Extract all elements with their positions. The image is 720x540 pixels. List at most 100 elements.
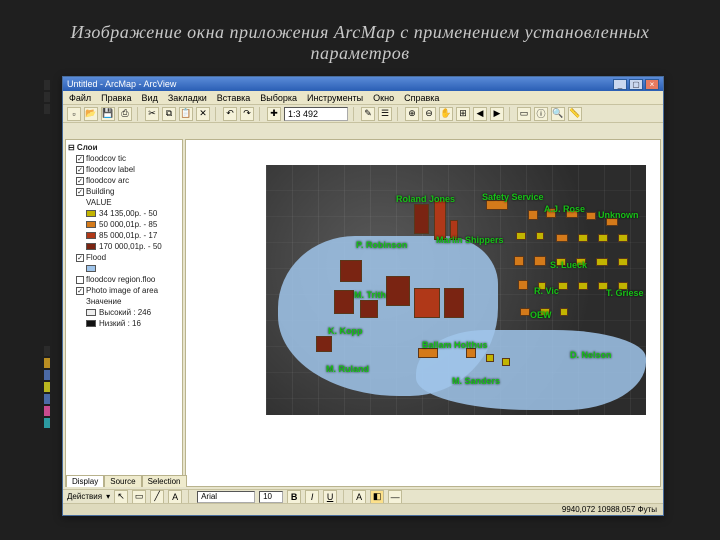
actions-menu[interactable]: Действия [67,492,102,501]
building-polygon[interactable] [558,282,568,290]
building-polygon[interactable] [360,300,378,318]
measure-icon[interactable]: 📏 [568,107,582,121]
building-polygon[interactable] [536,232,544,240]
building-polygon[interactable] [596,258,608,266]
next-extent-icon[interactable]: ▶ [490,107,504,121]
zoom-out-icon[interactable]: ⊖ [422,107,436,121]
building-polygon[interactable] [486,354,494,362]
font-color-icon[interactable]: A [352,490,366,504]
select-icon[interactable]: ▭ [517,107,531,121]
building-polygon[interactable] [586,212,596,220]
menu-Файл[interactable]: Файл [69,93,91,103]
new-icon[interactable]: ▫ [67,107,81,121]
building-polygon[interactable] [578,282,588,290]
zoom-in-icon[interactable]: ⊕ [405,107,419,121]
maximize-button[interactable]: ▢ [629,79,643,90]
cut-icon[interactable]: ✂ [145,107,159,121]
building-polygon[interactable] [386,276,410,306]
building-polygon[interactable] [556,234,568,242]
value-class: 85 000,01р. - 17 [68,230,180,241]
prev-extent-icon[interactable]: ◀ [473,107,487,121]
underline-icon[interactable]: U [323,490,337,504]
fill-color-icon[interactable]: ◧ [370,490,384,504]
rectangle-icon[interactable]: ▭ [132,490,146,504]
building-polygon[interactable] [334,290,354,314]
print-icon[interactable]: ⎙ [118,107,132,121]
line-icon[interactable]: ╱ [150,490,164,504]
layer-3[interactable]: Building [68,186,180,197]
menu-Правка[interactable]: Правка [101,93,131,103]
building-polygon[interactable] [520,308,530,316]
layer-0[interactable]: floodcov tic [68,153,180,164]
building-polygon[interactable] [502,358,510,366]
toc-tab-source[interactable]: Source [104,475,141,487]
building-polygon[interactable] [528,210,538,220]
building-polygon[interactable] [618,234,628,242]
bold-icon[interactable]: B [287,490,301,504]
minimize-button[interactable]: _ [613,79,627,90]
redo-icon[interactable]: ↷ [240,107,254,121]
building-polygon[interactable] [598,234,608,242]
building-polygon[interactable] [444,288,464,318]
delete-icon[interactable]: ✕ [196,107,210,121]
toc-tab-selection[interactable]: Selection [142,475,187,487]
menu-Вставка[interactable]: Вставка [217,93,250,103]
menu-Вид[interactable]: Вид [142,93,158,103]
building-polygon[interactable] [518,280,528,290]
map-label: Ballam Holthus [422,340,488,350]
layer-1[interactable]: floodcov label [68,164,180,175]
layer-4[interactable]: Flood [68,252,180,263]
menu-Выборка[interactable]: Выборка [260,93,297,103]
menu-Окно[interactable]: Окно [373,93,394,103]
save-icon[interactable]: 💾 [101,107,115,121]
copy-icon[interactable]: ⧉ [162,107,176,121]
font-select[interactable]: Arial [197,491,255,503]
building-polygon[interactable] [560,308,568,316]
building-polygon[interactable] [414,204,429,234]
building-polygon[interactable] [316,336,332,352]
map-label: T. Griese [606,288,644,298]
find-icon[interactable]: 🔍 [551,107,565,121]
value-class: 34 135,00р. - 50 [68,208,180,219]
open-icon[interactable]: 📂 [84,107,98,121]
building-polygon[interactable] [514,256,524,266]
paste-icon[interactable]: 📋 [179,107,193,121]
pan-icon[interactable]: ✋ [439,107,453,121]
text-icon[interactable]: A [168,490,182,504]
slide-accent-colors [44,346,50,430]
toc-tab-display[interactable]: Display [66,475,104,487]
building-polygon[interactable] [578,234,588,242]
table-of-contents[interactable]: ⊟ Слоиfloodcov ticfloodcov labelfloodcov… [65,139,183,487]
pointer-icon[interactable]: ↖ [114,490,128,504]
building-polygon[interactable] [534,256,546,266]
layer-2[interactable]: floodcov arc [68,175,180,186]
menu-Закладки[interactable]: Закладки [168,93,207,103]
layer-5[interactable]: floodcov region.floo [68,274,180,285]
identify-icon[interactable]: ⓘ [534,107,548,121]
font-size-input[interactable]: 10 [259,491,283,503]
toc-root[interactable]: ⊟ Слои [68,142,180,153]
map-label: OEW [530,310,552,320]
catalog-icon[interactable]: ☰ [378,107,392,121]
building-polygon[interactable] [618,258,628,266]
building-polygon[interactable] [434,200,446,240]
undo-icon[interactable]: ↶ [223,107,237,121]
map-view[interactable]: Roland JonesP. RobinsonMarlin ShippersSa… [185,139,661,487]
titlebar[interactable]: Untitled - ArcMap - ArcView _ ▢ × [63,77,663,91]
menu-Инструменты[interactable]: Инструменты [307,93,363,103]
line-color-icon[interactable]: — [388,490,402,504]
scale-input[interactable]: 1:3 492 [284,107,348,121]
menu-Справка[interactable]: Справка [404,93,439,103]
italic-icon[interactable]: I [305,490,319,504]
full-extent-icon[interactable]: ⊞ [456,107,470,121]
building-polygon[interactable] [414,288,440,318]
layer-6[interactable]: Photo image of area [68,285,180,296]
building-polygon[interactable] [340,260,362,282]
map-label: P. Robinson [356,240,407,250]
toc-tabs: DisplaySourceSelection [66,475,187,487]
building-polygon[interactable] [516,232,526,240]
value-class: 170 000,01р. - 50 [68,241,180,252]
close-button[interactable]: × [645,79,659,90]
editor-icon[interactable]: ✎ [361,107,375,121]
add-data-icon[interactable]: ✚ [267,107,281,121]
